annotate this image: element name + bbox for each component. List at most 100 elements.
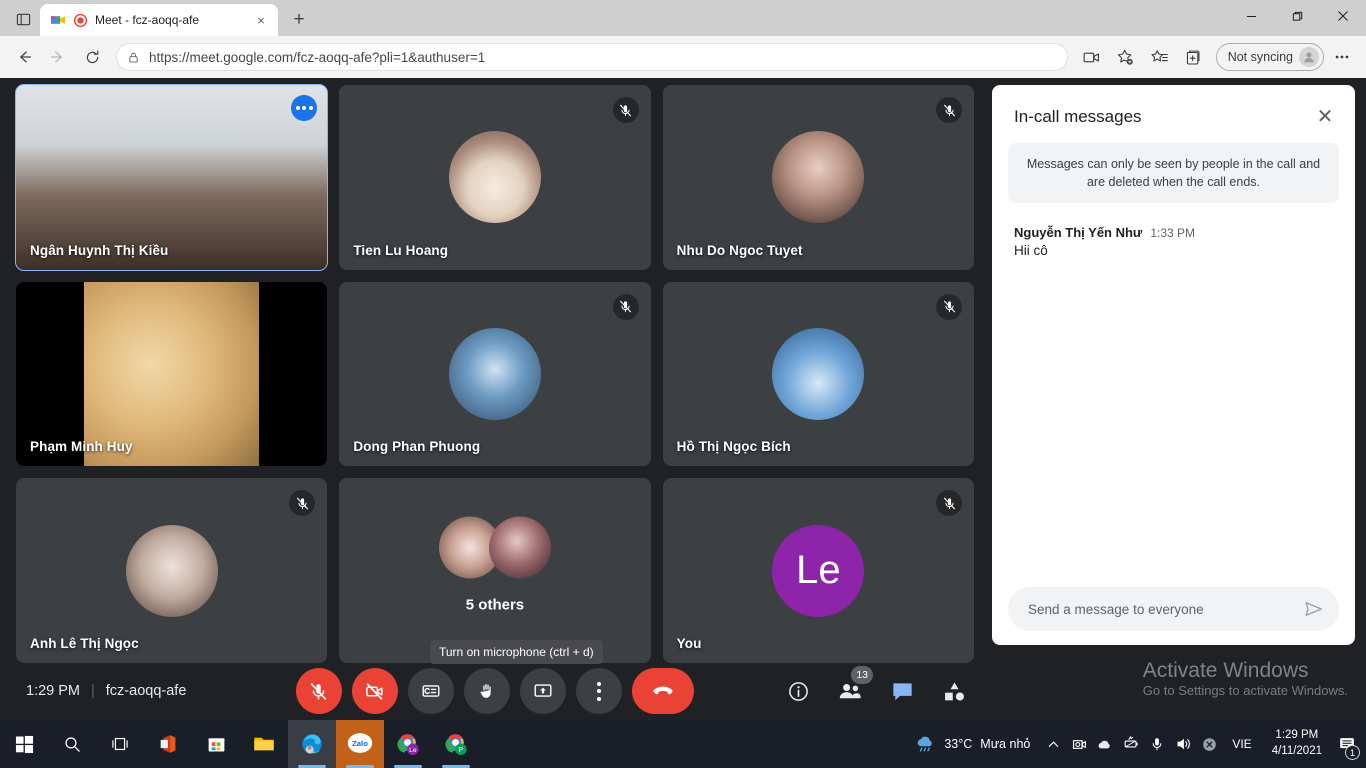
clock-date: 4/11/2021 bbox=[1271, 745, 1322, 757]
back-arrow-icon[interactable] bbox=[8, 41, 40, 73]
taskbar-apps: Zalo Le P bbox=[0, 720, 480, 768]
volume-icon[interactable] bbox=[1170, 729, 1196, 759]
participant-tile-self[interactable]: Le You bbox=[662, 478, 974, 663]
microphone-tooltip: Turn on microphone (ctrl + d) bbox=[430, 640, 603, 664]
tab-actions-menu-button[interactable] bbox=[6, 2, 40, 36]
message-author: Nguyễn Thị Yến Như bbox=[1014, 225, 1143, 241]
chrome-profile-le-app[interactable]: Le bbox=[384, 720, 432, 768]
chat-composer: Send a message to everyone bbox=[992, 587, 1355, 645]
avatar-initials: Le bbox=[772, 524, 865, 617]
office-app[interactable] bbox=[144, 720, 192, 768]
present-now-icon bbox=[532, 680, 554, 702]
participant-tile[interactable]: Phạm Minh Huy bbox=[16, 281, 328, 467]
microphone-icon[interactable] bbox=[1144, 729, 1170, 759]
meet-control-bar: 1:29 PM | fcz-aoqq-afe 13 bbox=[0, 662, 989, 720]
separator: | bbox=[91, 683, 95, 699]
meeting-time: 1:29 PM bbox=[26, 683, 80, 699]
microsoft-store-app[interactable] bbox=[192, 720, 240, 768]
new-tab-button[interactable]: + bbox=[284, 5, 314, 35]
participant-tile[interactable]: Hồ Thị Ngọc Bích bbox=[662, 281, 974, 467]
search-button[interactable] bbox=[48, 720, 96, 768]
camera-off-button[interactable] bbox=[351, 668, 398, 714]
participant-name: Hồ Thị Ngọc Bích bbox=[676, 439, 791, 455]
participant-count-badge: 13 bbox=[851, 666, 873, 684]
chat-message-list: Nguyễn Thị Yến Như 1:33 PM Hii cô bbox=[992, 203, 1355, 587]
battery-saver-icon[interactable] bbox=[1118, 729, 1144, 759]
add-favorite-icon[interactable] bbox=[1110, 41, 1142, 73]
recording-indicator-icon bbox=[73, 13, 88, 28]
participant-tile[interactable]: Dong Phan Phuong bbox=[339, 281, 651, 467]
clock[interactable]: 1:29 PM 4/11/2021 bbox=[1262, 728, 1332, 759]
meeting-code: fcz-aoqq-afe bbox=[105, 683, 187, 699]
svg-text:Le: Le bbox=[409, 747, 417, 754]
clock-time: 1:29 PM bbox=[1275, 729, 1319, 742]
avatar bbox=[1299, 47, 1319, 67]
participant-name: Dong Phan Phuong bbox=[353, 439, 481, 455]
microphone-off-button[interactable] bbox=[295, 668, 342, 714]
participant-tile[interactable]: Ngân Huynh Thị Kiều bbox=[14, 84, 329, 271]
captions-button[interactable] bbox=[407, 668, 454, 714]
participant-tile[interactable]: Anh Lê Thị Ngọc bbox=[16, 478, 328, 663]
add-collection-icon[interactable] bbox=[1178, 41, 1210, 73]
participant-tile[interactable]: Tien Lu Hoang bbox=[339, 85, 651, 270]
mic-off-icon bbox=[308, 681, 329, 702]
zalo-app[interactable]: Zalo bbox=[336, 720, 384, 768]
browser-tab-meet[interactable]: Meet - fcz-aoqq-afe × bbox=[40, 4, 278, 36]
window-controls bbox=[1228, 0, 1366, 36]
activities-button[interactable] bbox=[941, 678, 967, 704]
meeting-info: 1:29 PM | fcz-aoqq-afe bbox=[26, 683, 186, 699]
participant-name: Ngân Huynh Thị Kiều bbox=[30, 242, 169, 258]
mic-off-icon bbox=[936, 293, 962, 320]
start-button[interactable] bbox=[0, 720, 48, 768]
profile-sync-button[interactable]: Not syncing bbox=[1215, 43, 1324, 71]
raise-hand-button[interactable] bbox=[463, 668, 510, 714]
meet-tray-icon[interactable] bbox=[1066, 729, 1092, 759]
others-stack: 5 others bbox=[438, 516, 551, 614]
tab-strip: Meet - fcz-aoqq-afe × + bbox=[0, 0, 1366, 36]
weather-widget[interactable]: 33°C Mưa nhỏ bbox=[910, 733, 1040, 755]
address-bar[interactable]: https://meet.google.com/fcz-aoqq-afe?pli… bbox=[116, 43, 1068, 71]
meeting-details-button[interactable] bbox=[785, 678, 811, 704]
language-indicator[interactable]: VIE bbox=[1222, 737, 1261, 751]
chat-message: Nguyễn Thị Yến Như 1:33 PM Hii cô bbox=[1014, 225, 1333, 258]
restore-icon[interactable] bbox=[1274, 0, 1320, 32]
chat-input-row[interactable]: Send a message to everyone bbox=[1008, 587, 1339, 631]
reload-icon[interactable] bbox=[76, 41, 108, 73]
chat-button[interactable] bbox=[889, 678, 915, 704]
favorites-list-icon[interactable] bbox=[1144, 41, 1176, 73]
participant-tile-others[interactable]: 5 others bbox=[339, 478, 651, 663]
participant-tile[interactable]: Nhu Do Ngoc Tuyet bbox=[662, 85, 974, 270]
svg-text:P: P bbox=[458, 745, 463, 754]
avatar bbox=[488, 516, 551, 579]
weather-temperature: 33°C bbox=[944, 737, 973, 751]
file-explorer-app[interactable] bbox=[240, 720, 288, 768]
avatar bbox=[125, 524, 218, 617]
present-screen-button[interactable] bbox=[519, 668, 566, 714]
close-icon[interactable]: ✕ bbox=[1313, 107, 1337, 127]
participant-name: Anh Lê Thị Ngọc bbox=[30, 636, 139, 651]
mic-off-icon bbox=[612, 97, 639, 123]
activate-windows-watermark: Activate Windows Go to Settings to activ… bbox=[1143, 659, 1348, 698]
windows-taskbar: Zalo Le P 33°C Mưa nhỏ VIE 1:29 PM 4/11/… bbox=[0, 720, 1366, 768]
chrome-profile-p-app[interactable]: P bbox=[432, 720, 480, 768]
in-call-messages-panel: In-call messages ✕ Messages can only be … bbox=[992, 85, 1355, 645]
minimize-icon[interactable] bbox=[1228, 0, 1274, 32]
google-meet-app: Ngân Huynh Thị Kiều Tien Lu Hoang Nhu Do… bbox=[0, 78, 1366, 720]
notification-center-button[interactable]: 1 bbox=[1332, 720, 1362, 768]
tab-close-icon[interactable]: × bbox=[252, 11, 270, 29]
microsoft-edge-app[interactable] bbox=[288, 720, 336, 768]
close-icon[interactable] bbox=[1320, 0, 1366, 32]
avatar bbox=[772, 327, 865, 420]
task-view-button[interactable] bbox=[96, 720, 144, 768]
weather-description: Mưa nhỏ bbox=[980, 737, 1031, 751]
avatar bbox=[448, 327, 541, 420]
show-everyone-button[interactable]: 13 bbox=[837, 666, 873, 704]
more-options-icon[interactable] bbox=[1326, 41, 1358, 73]
show-hidden-icons-icon[interactable] bbox=[1040, 729, 1066, 759]
send-icon[interactable] bbox=[1303, 598, 1325, 620]
onedrive-icon[interactable] bbox=[1092, 729, 1118, 759]
message-text: Hii cô bbox=[1014, 243, 1048, 259]
screen-cast-icon[interactable] bbox=[1076, 41, 1108, 73]
error-icon[interactable] bbox=[1196, 729, 1222, 759]
profile-sync-label: Not syncing bbox=[1227, 50, 1293, 64]
